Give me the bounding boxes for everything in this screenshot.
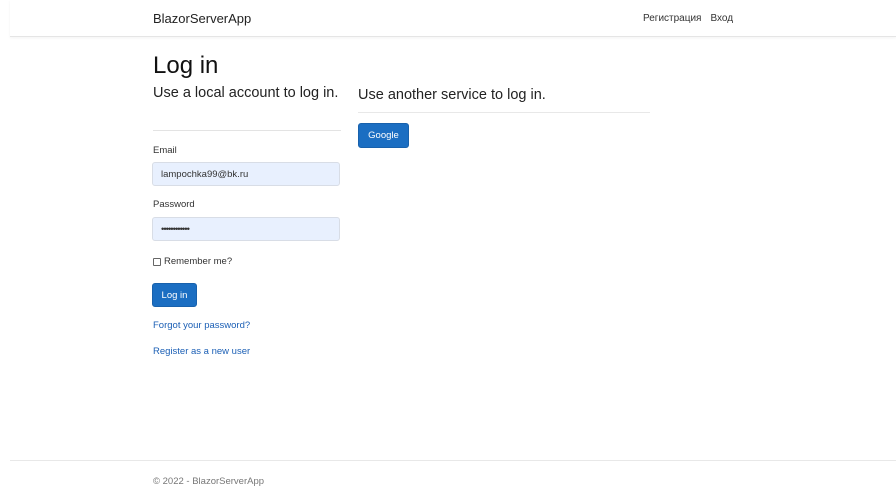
email-value: lampochka99@bk.ru [161, 168, 249, 180]
forgot-password-link[interactable]: Forgot your password? [153, 320, 250, 331]
left-divider [153, 130, 341, 131]
nav-login-link[interactable]: Вход [710, 13, 733, 24]
nav-links: Регистрация Вход [643, 13, 733, 24]
password-label: Password [153, 199, 195, 210]
password-field[interactable]: •••••••••••• [152, 217, 340, 241]
brand-link[interactable]: BlazorServerApp [153, 11, 251, 26]
nav-register-link[interactable]: Регистрация [643, 13, 701, 24]
login-button[interactable]: Log in [152, 283, 197, 307]
password-value: •••••••••••• [161, 223, 190, 235]
email-label: Email [153, 145, 177, 156]
register-link[interactable]: Register as a new user [153, 346, 250, 357]
email-field[interactable]: lampochka99@bk.ru [152, 162, 340, 186]
google-login-button[interactable]: Google [358, 123, 409, 148]
right-divider [358, 112, 650, 113]
external-service-heading: Use another service to log in. [358, 87, 546, 103]
remember-me-label[interactable]: Remember me? [164, 256, 232, 267]
remember-me: Remember me? [153, 256, 232, 267]
remember-me-checkbox[interactable] [153, 257, 161, 266]
page-title: Log in [153, 52, 219, 79]
local-account-heading: Use a local account to log in. [153, 85, 339, 101]
footer-text: © 2022 - BlazorServerApp [153, 476, 265, 487]
footer-divider [10, 460, 896, 461]
top-navbar: BlazorServerApp [10, 0, 896, 37]
